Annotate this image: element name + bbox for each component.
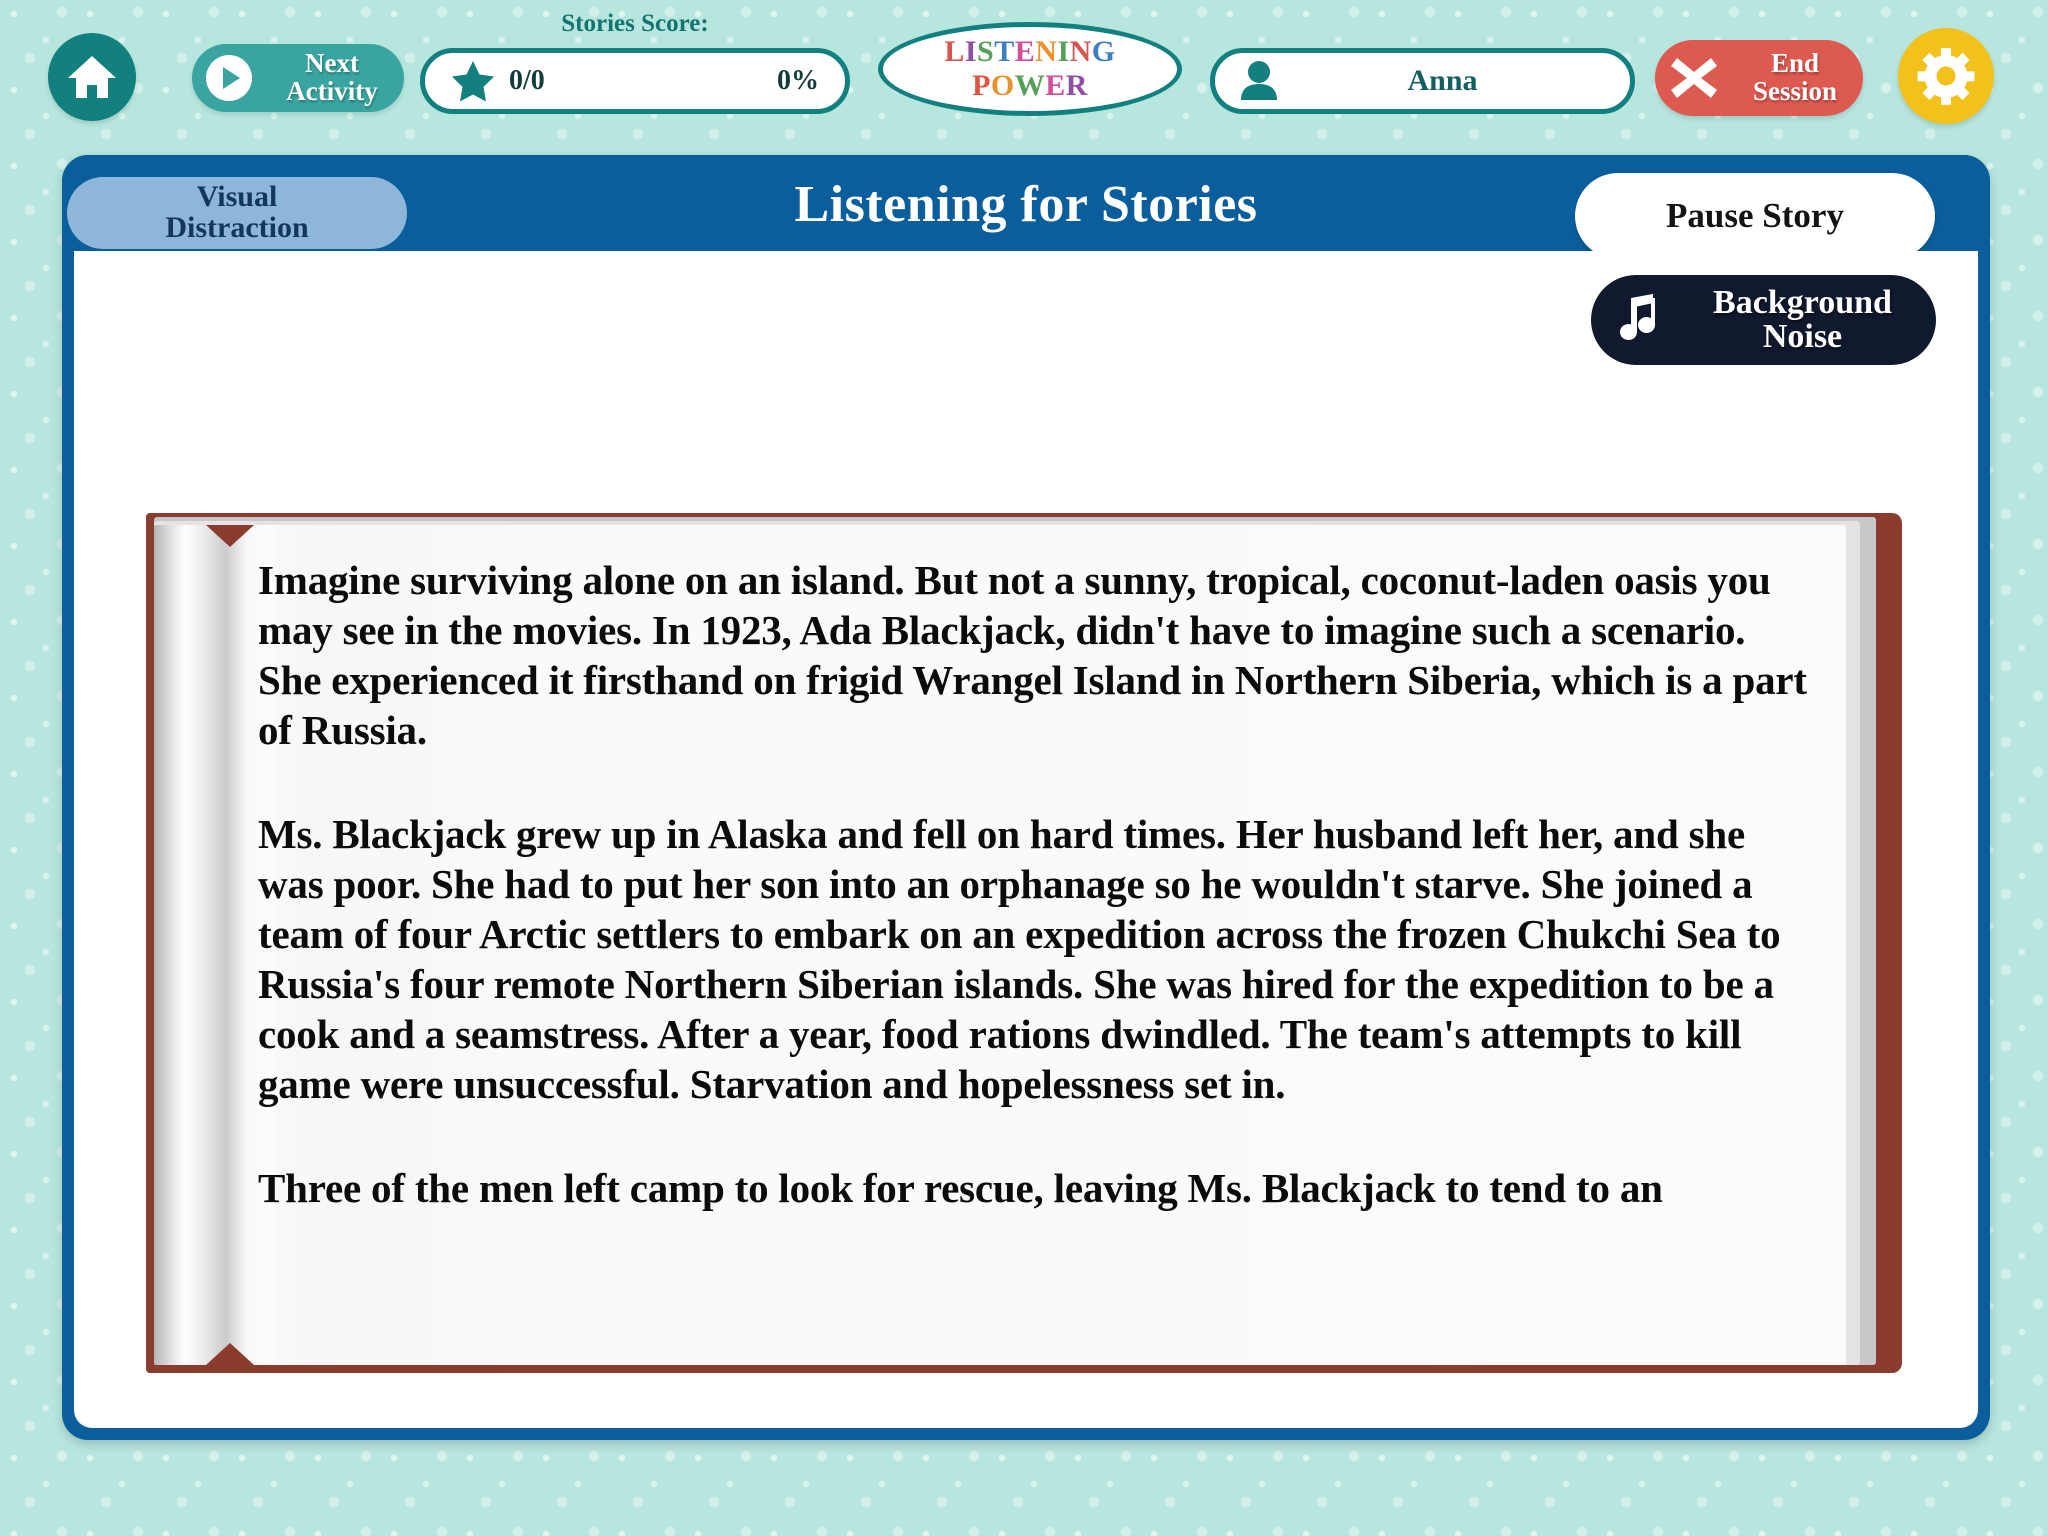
user-button[interactable]: Anna [1210,48,1635,114]
story-paragraph: Ms. Blackjack grew up in Alaska and fell… [258,811,1781,1108]
home-icon [68,56,116,98]
book-spine-notch-bottom [206,1343,254,1365]
activity-panel: Visual Distraction Listening for Stories… [62,155,1990,1440]
person-icon [1241,61,1277,100]
book-spine-notch-top [206,525,254,547]
story-paragraph: Imagine surviving alone on an island. Bu… [258,557,1807,754]
stories-score-display[interactable]: 0/0 0% [420,48,850,114]
score-fraction: 0/0 [509,65,545,96]
home-button[interactable] [48,33,136,121]
story-paragraph: Three of the men left camp to look for r… [258,1165,1663,1212]
logo-line-listening: LISTENING [944,35,1116,68]
story-book: Imagine surviving alone on an island. Bu… [146,513,1902,1373]
next-activity-label-line2: Activity [286,76,378,106]
user-name: Anna [1407,64,1478,97]
top-toolbar: Next Activity Stories Score: 0/0 0% LIST… [0,0,2048,138]
music-note-icon [1620,294,1655,341]
score-percent: 0% [777,65,819,96]
book-page: Imagine surviving alone on an island. Bu… [154,525,1846,1365]
gear-icon [1917,48,1975,105]
end-session-label-line1: End [1770,48,1820,79]
close-x-icon [1671,58,1717,98]
pause-story-label: Pause Story [1666,196,1844,235]
background-noise-label-line1: Background [1713,284,1892,321]
background-noise-button[interactable]: Background Noise [1591,275,1936,365]
app-logo: LISTENING POWER [878,22,1182,116]
background-noise-label-line2: Noise [1762,318,1843,355]
end-session-label-line2: Session [1752,76,1838,106]
star-icon [452,61,494,102]
end-session-button[interactable]: End Session [1655,40,1863,116]
settings-button[interactable] [1898,28,1994,124]
content-area: Background Noise Imagine surviving alone… [74,251,1978,1428]
stories-score-label: Stories Score: [561,10,709,37]
panel-header: Visual Distraction Listening for Stories… [62,155,1990,259]
logo-line-power: POWER [972,69,1088,102]
next-activity-label-line1: Next [305,48,359,79]
play-icon [206,55,252,101]
pause-story-button[interactable]: Pause Story [1575,173,1935,259]
story-text: Imagine surviving alone on an island. Bu… [258,555,1818,1345]
book-spine [154,525,274,1365]
next-activity-button[interactable]: Next Activity [192,44,404,112]
